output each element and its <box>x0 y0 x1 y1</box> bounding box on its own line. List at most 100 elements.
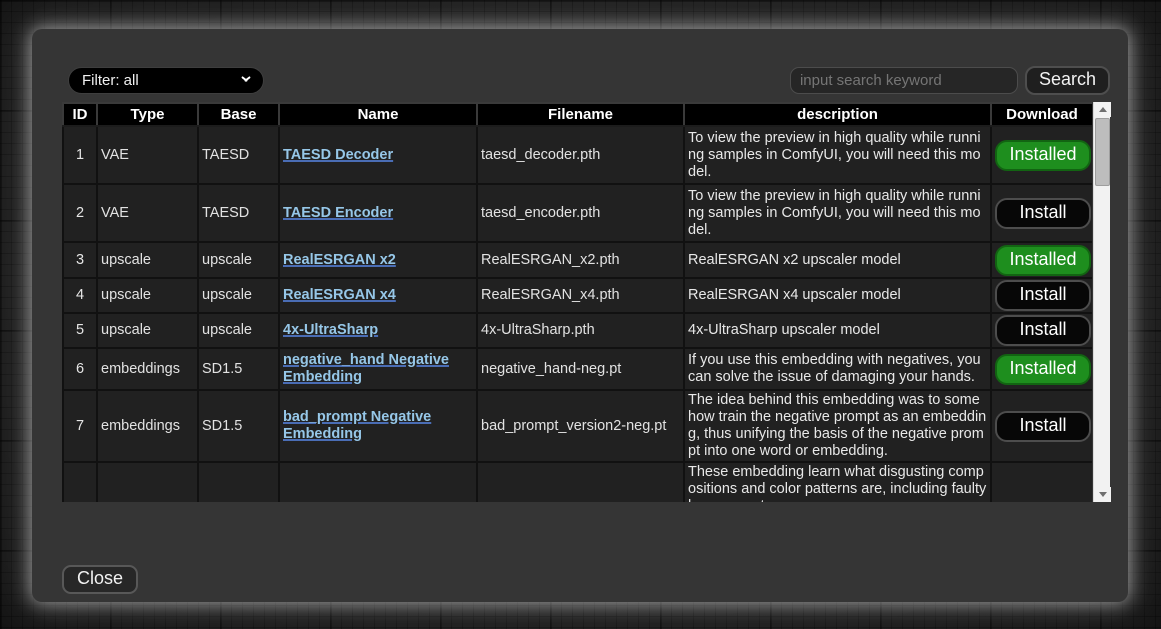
model-name-link[interactable]: 4x-UltraSharp <box>283 322 378 338</box>
cell-download: Install <box>991 278 1092 313</box>
table-row: 4upscaleupscaleRealESRGAN x4RealESRGAN_x… <box>63 278 1092 313</box>
triangle-up-icon <box>1099 107 1107 112</box>
search-button[interactable]: Search <box>1025 66 1110 95</box>
cell-download: Installed <box>991 348 1092 390</box>
table-row: 5upscaleupscale4x-UltraSharp4x-UltraShar… <box>63 313 1092 348</box>
cell-download: Install <box>991 184 1092 242</box>
scroll-up-button[interactable] <box>1094 102 1111 117</box>
column-header-type: Type <box>97 103 198 126</box>
cell-type: embeddings <box>97 348 198 390</box>
cell-filename: negative_hand-neg.pt <box>477 348 684 390</box>
column-header-name: Name <box>279 103 477 126</box>
column-header-id: ID <box>63 103 97 126</box>
table-row: 7embeddingsSD1.5bad_prompt Negative Embe… <box>63 390 1092 462</box>
column-header-filename: Filename <box>477 103 684 126</box>
column-header-base: Base <box>198 103 279 126</box>
cell-name: negative_hand Negative Embedding <box>279 348 477 390</box>
cell-id <box>63 462 97 502</box>
cell-filename: taesd_decoder.pth <box>477 126 684 184</box>
cell-download: Installed <box>991 126 1092 184</box>
cell-download: Install <box>991 390 1092 462</box>
cell-description: The idea behind this embedding was to so… <box>684 390 991 462</box>
cell-download: Installed <box>991 242 1092 278</box>
triangle-down-icon <box>1099 492 1107 497</box>
installed-button[interactable]: Installed <box>995 245 1091 276</box>
cell-type: upscale <box>97 242 198 278</box>
table-row: 6embeddingsSD1.5negative_hand Negative E… <box>63 348 1092 390</box>
close-button[interactable]: Close <box>62 565 138 594</box>
cell-description: If you use this embedding with negatives… <box>684 348 991 390</box>
cell-base: upscale <box>198 278 279 313</box>
column-header-description: description <box>684 103 991 126</box>
cell-id: 2 <box>63 184 97 242</box>
dialog-toolbar: Filter: all Search <box>62 66 1110 95</box>
cell-download: Install <box>991 313 1092 348</box>
cell-type: VAE <box>97 126 198 184</box>
install-button[interactable]: Install <box>995 280 1091 311</box>
model-name-link[interactable]: negative_hand Negative Embedding <box>283 352 449 385</box>
dialog-footer: Close <box>62 565 1128 594</box>
models-table: IDTypeBaseNameFilenamedescriptionDownloa… <box>62 102 1092 502</box>
cell-name: RealESRGAN x2 <box>279 242 477 278</box>
cell-description: RealESRGAN x4 upscaler model <box>684 278 991 313</box>
cell-base: SD1.5 <box>198 390 279 462</box>
model-name-link[interactable]: bad_prompt Negative Embedding <box>283 409 431 442</box>
cell-type: VAE <box>97 184 198 242</box>
table-row: 2VAETAESDTAESD Encodertaesd_encoder.pthT… <box>63 184 1092 242</box>
cell-id: 3 <box>63 242 97 278</box>
models-table-zone: IDTypeBaseNameFilenamedescriptionDownloa… <box>62 102 1110 502</box>
cell-description: RealESRGAN x2 upscaler model <box>684 242 991 278</box>
scroll-down-button[interactable] <box>1094 487 1111 502</box>
install-button[interactable]: Install <box>995 411 1091 442</box>
cell-filename: 4x-UltraSharp.pth <box>477 313 684 348</box>
cell-filename: bad_prompt_version2-neg.pt <box>477 390 684 462</box>
chevron-down-icon <box>241 78 251 84</box>
search-input[interactable] <box>790 67 1018 94</box>
cell-type: upscale <box>97 278 198 313</box>
cell-id: 6 <box>63 348 97 390</box>
cell-description: To view the preview in high quality whil… <box>684 126 991 184</box>
installed-button[interactable]: Installed <box>995 354 1091 385</box>
cell-type: embeddings <box>97 390 198 462</box>
cell-filename: RealESRGAN_x4.pth <box>477 278 684 313</box>
cell-name <box>279 462 477 502</box>
model-name-link[interactable]: TAESD Decoder <box>283 147 393 163</box>
cell-description: To view the preview in high quality whil… <box>684 184 991 242</box>
cell-description: 4x-UltraSharp upscaler model <box>684 313 991 348</box>
table-header: IDTypeBaseNameFilenamedescriptionDownloa… <box>63 103 1092 126</box>
cell-type: upscale <box>97 313 198 348</box>
cell-base: TAESD <box>198 184 279 242</box>
cell-download <box>991 462 1092 502</box>
cell-id: 1 <box>63 126 97 184</box>
cell-name: 4x-UltraSharp <box>279 313 477 348</box>
cell-name: RealESRGAN x4 <box>279 278 477 313</box>
cell-id: 7 <box>63 390 97 462</box>
model-name-link[interactable]: RealESRGAN x2 <box>283 252 396 268</box>
cell-base: upscale <box>198 313 279 348</box>
filter-select-value: Filter: all <box>82 72 139 89</box>
cell-id: 4 <box>63 278 97 313</box>
cell-name: TAESD Decoder <box>279 126 477 184</box>
cell-description: These embedding learn what disgusting co… <box>684 462 991 502</box>
cell-base: SD1.5 <box>198 348 279 390</box>
cell-filename <box>477 462 684 502</box>
filter-select[interactable]: Filter: all <box>68 67 264 94</box>
table-row: These embedding learn what disgusting co… <box>63 462 1092 502</box>
scrollbar-thumb[interactable] <box>1095 118 1110 186</box>
model-name-link[interactable]: TAESD Encoder <box>283 205 393 221</box>
cell-base: TAESD <box>198 126 279 184</box>
cell-filename: RealESRGAN_x2.pth <box>477 242 684 278</box>
cell-base <box>198 462 279 502</box>
install-models-dialog: Filter: all Search IDTypeBaseNameFilenam… <box>32 29 1128 602</box>
table-scrollbar[interactable] <box>1093 102 1110 502</box>
cell-name: TAESD Encoder <box>279 184 477 242</box>
search-area: Search <box>790 66 1110 95</box>
installed-button[interactable]: Installed <box>995 140 1091 171</box>
install-button[interactable]: Install <box>995 198 1091 229</box>
model-name-link[interactable]: RealESRGAN x4 <box>283 287 396 303</box>
install-button[interactable]: Install <box>995 315 1091 346</box>
models-table-clip: IDTypeBaseNameFilenamedescriptionDownloa… <box>62 102 1092 502</box>
table-row: 3upscaleupscaleRealESRGAN x2RealESRGAN_x… <box>63 242 1092 278</box>
cell-base: upscale <box>198 242 279 278</box>
cell-type <box>97 462 198 502</box>
